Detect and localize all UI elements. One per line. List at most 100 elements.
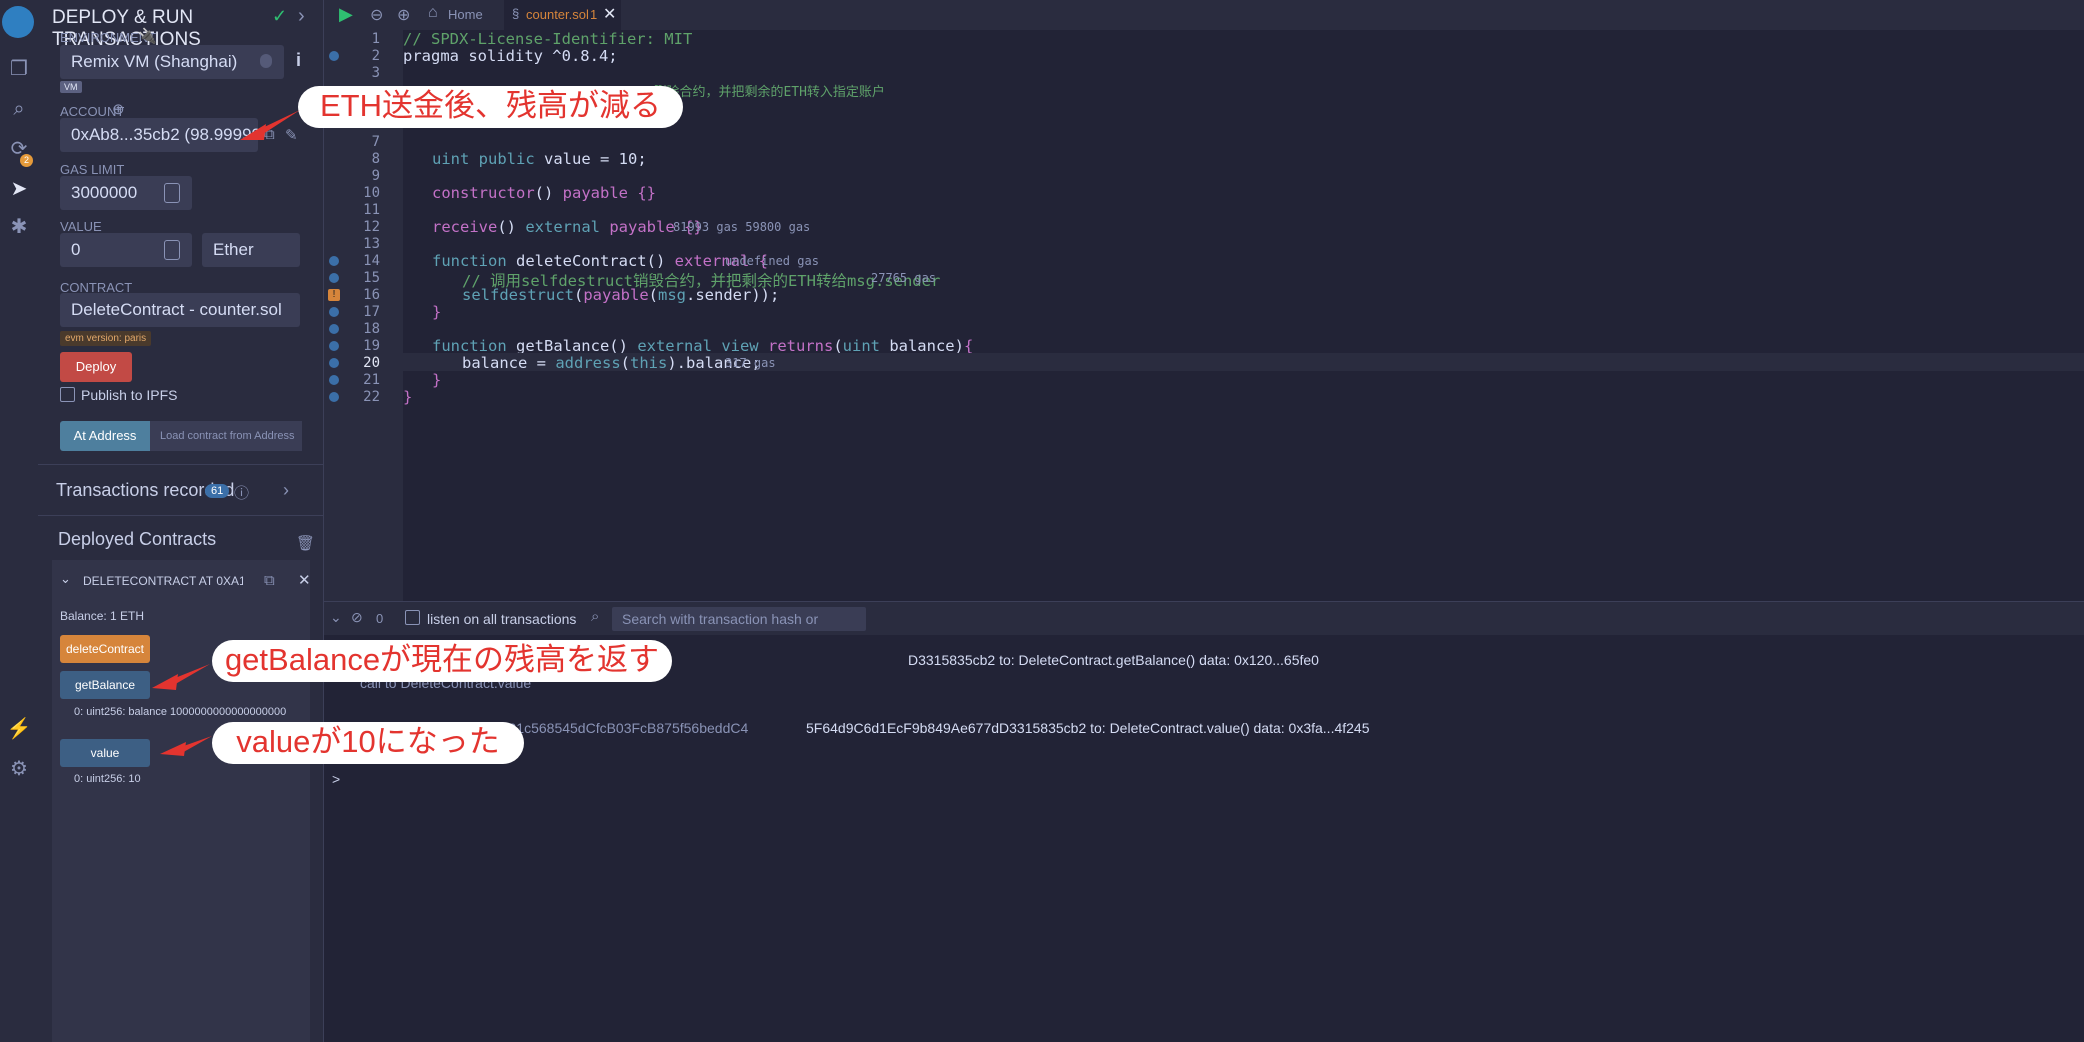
- value-unit-value: Ether: [213, 240, 254, 259]
- gas-limit-value: 3000000: [71, 183, 138, 202]
- stepper-icon[interactable]: [164, 240, 180, 260]
- callout-value-ten: valueが10になった: [212, 722, 524, 764]
- file-explorer-icon[interactable]: ❐: [6, 56, 32, 82]
- log-line[interactable]: D3315835cb2 to: DeleteContract.getBalanc…: [908, 652, 1319, 668]
- line-number: 10: [363, 185, 380, 201]
- load-contract-input[interactable]: Load contract from Address: [150, 421, 302, 451]
- tab-error-count: 1: [590, 7, 598, 22]
- arrow-icon: [152, 664, 210, 690]
- gas-limit-label: GAS LIMIT: [60, 162, 125, 177]
- trash-icon[interactable]: 🗑: [296, 534, 315, 552]
- info-icon[interactable]: ⓘ: [234, 482, 249, 503]
- deploy-button[interactable]: Deploy: [60, 352, 132, 382]
- close-icon[interactable]: ✕: [298, 571, 311, 589]
- stepper-icon[interactable]: [164, 183, 180, 203]
- code-line: pragma solidity ^0.8.4;: [403, 47, 618, 65]
- copy-icon[interactable]: ⧉: [264, 572, 275, 589]
- deploy-run-icon[interactable]: ➤: [6, 176, 32, 202]
- code-line: receive() external payable {}: [432, 218, 703, 236]
- icon-rail: ❐ ⌕ ⟳ 2 ➤ ✱ ⚡ ⚙: [0, 0, 38, 1042]
- code-line: // SPDX-License-Identifier: MIT: [403, 30, 693, 48]
- debugger-icon[interactable]: ✱: [6, 214, 32, 240]
- divider: [38, 515, 324, 516]
- zoom-out-icon[interactable]: ⊖: [370, 5, 383, 25]
- line-number: 14: [363, 253, 380, 269]
- code-line: function deleteContract() external {: [432, 252, 768, 270]
- code-line: }: [432, 371, 442, 389]
- code-line: uint public value = 10;: [432, 150, 647, 168]
- publish-ipfs-checkbox[interactable]: [60, 387, 75, 402]
- line-number: 7: [371, 134, 380, 150]
- deploy-run-panel: DEPLOY & RUN TRANSACTIONS ✓ › ENVIRONMEN…: [38, 0, 324, 1042]
- close-tab-icon[interactable]: ✕: [603, 4, 616, 24]
- log-line[interactable]: 5F64d9C6d1EcF9b849Ae677dD3315835cb2 to: …: [802, 720, 1370, 736]
- callout-eth-sent: ETH送金後、残高が減る: [298, 86, 683, 128]
- code-line: }: [432, 303, 442, 321]
- arrow-icon: [160, 736, 212, 756]
- publish-ipfs-label: Publish to IPFS: [81, 387, 178, 403]
- info-icon[interactable]: i: [296, 50, 301, 71]
- contract-select[interactable]: DeleteContract - counter.sol: [60, 293, 300, 327]
- value-unit-select[interactable]: Ether: [202, 233, 300, 267]
- code-line: }: [403, 388, 413, 406]
- line-number: 19: [363, 338, 380, 354]
- code-line: balance = address(this).balance;: [462, 354, 761, 372]
- line-number: 15: [363, 270, 380, 286]
- environment-select[interactable]: Remix VM (Shanghai): [60, 45, 284, 79]
- tab-home[interactable]: Home: [448, 7, 483, 22]
- value-button[interactable]: value: [60, 739, 150, 767]
- divider: [38, 464, 324, 465]
- line-number: 16: [363, 287, 380, 303]
- line-number: 13: [363, 236, 380, 252]
- check-icon: ✓: [272, 6, 288, 26]
- line-number: 17: [363, 304, 380, 320]
- plugin-badge: 2: [20, 154, 33, 167]
- listen-checkbox[interactable]: [405, 610, 420, 625]
- search-icon[interactable]: ⌕: [6, 96, 32, 122]
- code-line: constructor() payable {}: [432, 184, 656, 202]
- account-select[interactable]: 0xAb8...35cb2 (98.99999999: [60, 118, 258, 152]
- plug-icon: 🔌: [138, 28, 157, 45]
- console-prompt[interactable]: >: [332, 771, 340, 787]
- run-icon[interactable]: ▶: [339, 4, 353, 25]
- line-number: 22: [363, 389, 380, 405]
- chevron-down-icon[interactable]: ⌄: [60, 571, 71, 587]
- chevron-right-icon[interactable]: ›: [298, 5, 305, 28]
- transaction-search-input[interactable]: Search with transaction hash or address: [612, 607, 866, 651]
- code-line: selfdestruct(payable(msg.sender));: [462, 286, 780, 304]
- search-icon: ⌕: [591, 608, 600, 625]
- tab-file-label: counter.sol: [526, 7, 589, 22]
- line-number: 11: [363, 202, 380, 218]
- instance-balance: Balance: 1 ETH: [60, 609, 145, 623]
- line-number: 12: [363, 219, 380, 235]
- arrow-icon: [240, 110, 300, 140]
- add-account-icon[interactable]: ⊕: [112, 100, 125, 118]
- settings-icon[interactable]: ⚙: [6, 756, 32, 782]
- zoom-in-icon[interactable]: ⊕: [397, 5, 410, 25]
- chevron-right-icon[interactable]: ›: [283, 480, 289, 501]
- line-number: 20: [363, 355, 380, 371]
- get-balance-button[interactable]: getBalance: [60, 671, 150, 699]
- gas-estimate: undefined gas: [725, 254, 819, 268]
- editor-tabs: ▶ ⊖ ⊕ ⌂ Home § counter.sol 1 ✕: [324, 0, 2084, 30]
- plugin-manager-icon[interactable]: ⚡: [6, 716, 32, 742]
- collapse-terminal-icon[interactable]: ⌄: [330, 609, 342, 626]
- remix-logo-icon[interactable]: [2, 6, 34, 38]
- line-number: 3: [371, 65, 380, 81]
- line-number: 2: [371, 48, 380, 64]
- value-result: 0: uint256: 10: [74, 773, 141, 785]
- line-number: 9: [371, 168, 380, 184]
- contract-value: DeleteContract - counter.sol: [71, 300, 282, 319]
- value-label: VALUE: [60, 219, 102, 234]
- delete-contract-button[interactable]: deleteContract: [60, 635, 150, 663]
- line-number: 18: [363, 321, 380, 337]
- deployed-contracts-label: Deployed Contracts: [58, 529, 217, 549]
- line-number: 1: [371, 31, 380, 47]
- gas-estimate: 27765 gas: [871, 271, 937, 285]
- gas-estimate: 317 gas: [725, 356, 776, 370]
- solidity-file-icon: §: [512, 6, 520, 21]
- account-value: 0xAb8...35cb2 (98.99999999: [71, 125, 258, 144]
- clear-console-icon[interactable]: ⊘: [351, 609, 363, 626]
- instance-title[interactable]: DELETECONTRACT AT 0XA13...EAD: [83, 574, 243, 588]
- at-address-button[interactable]: At Address: [60, 421, 150, 451]
